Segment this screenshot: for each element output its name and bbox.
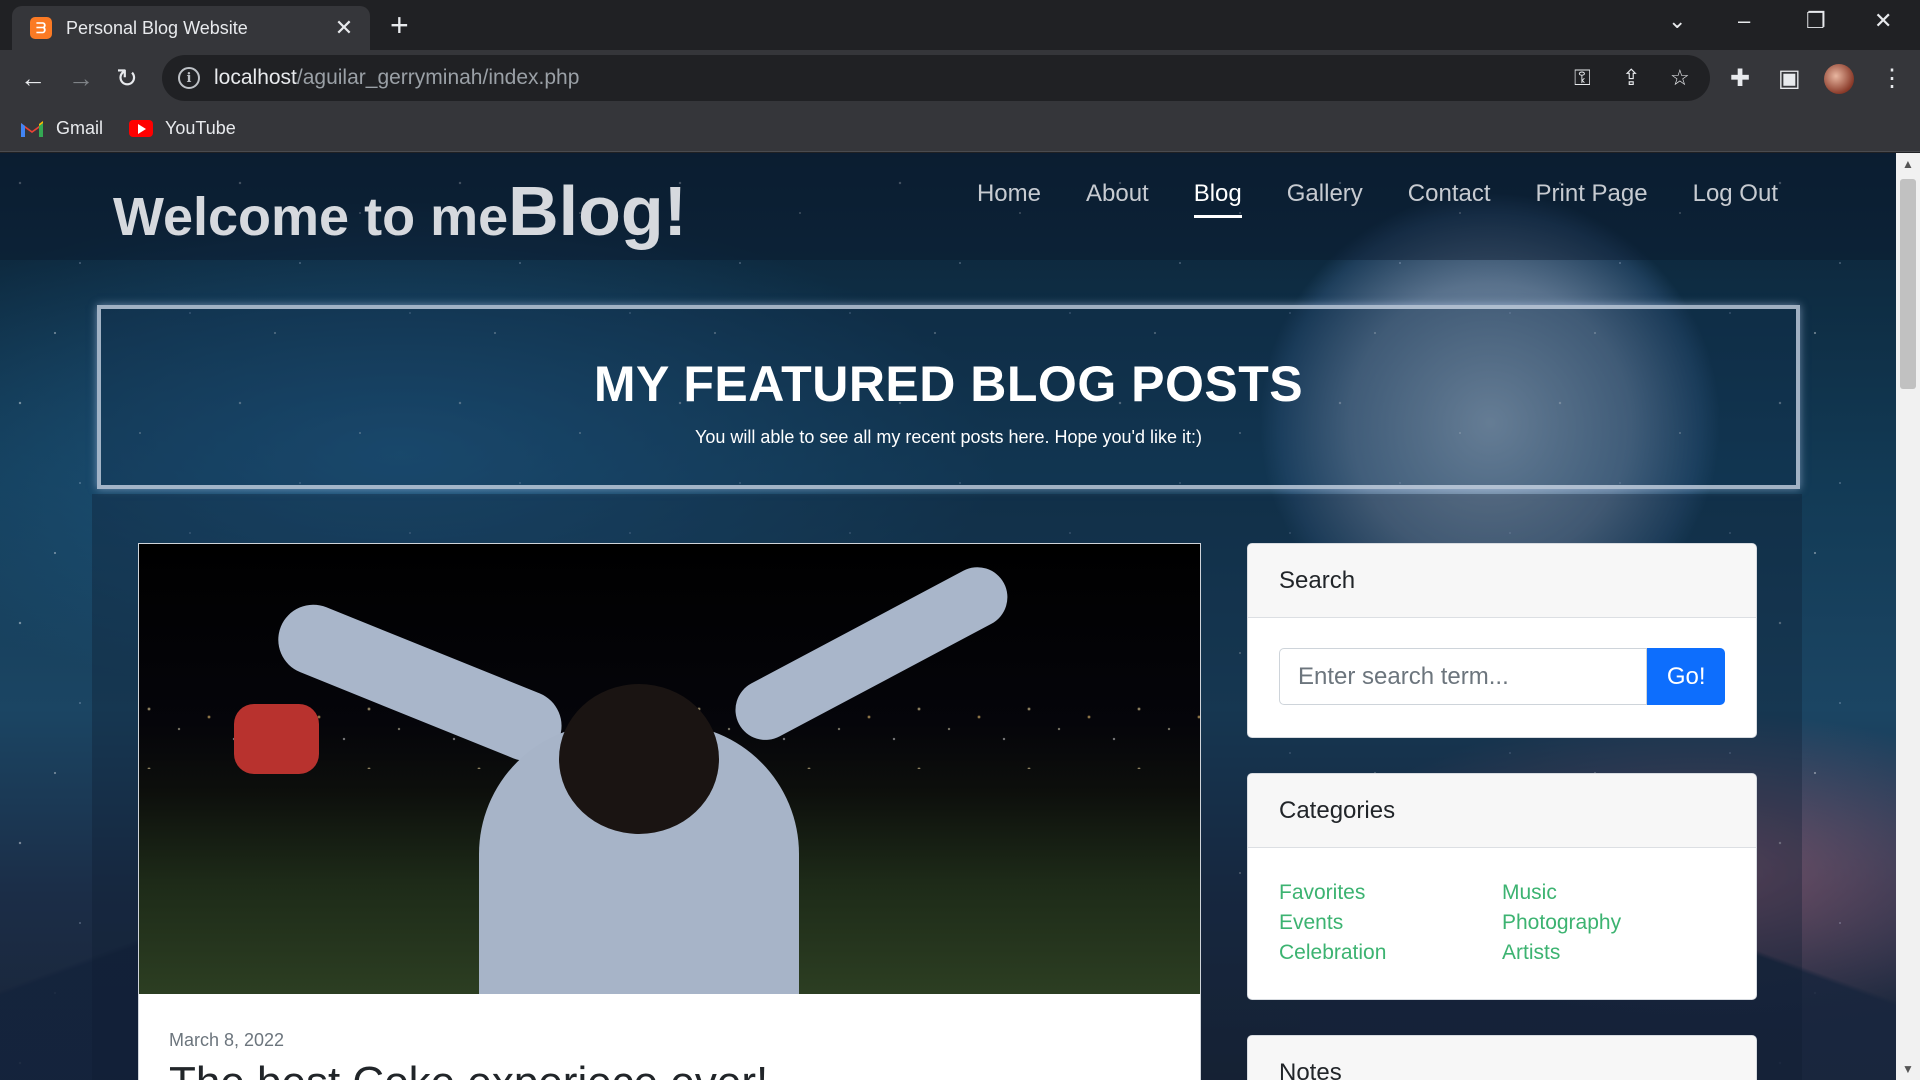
category-celebration[interactable]: Celebration <box>1279 938 1502 968</box>
categories-widget: Categories Favorites Events Celebration … <box>1247 773 1757 1000</box>
post-title[interactable]: The best Coke experiece ever! <box>169 1058 768 1080</box>
scrollbar-thumb[interactable] <box>1900 179 1916 389</box>
search-input[interactable] <box>1279 648 1648 705</box>
nav-home[interactable]: Home <box>977 180 1041 208</box>
post-image[interactable] <box>139 544 1200 994</box>
new-tab-icon[interactable]: + <box>390 9 409 41</box>
site-logo[interactable]: Welcome to meBlog! <box>113 171 687 251</box>
notes-widget: Notes <box>1247 1035 1757 1080</box>
side-panel-icon[interactable]: ▣ <box>1778 64 1801 93</box>
site-header: Welcome to meBlog! Home About Blog Galle… <box>0 153 1896 260</box>
tab-search-chevron-icon[interactable]: ⌄ <box>1668 8 1686 34</box>
nav-contact[interactable]: Contact <box>1408 180 1491 208</box>
forward-icon[interactable]: → <box>68 64 94 92</box>
nav-about[interactable]: About <box>1086 180 1149 208</box>
notes-widget-title: Notes <box>1248 1036 1756 1080</box>
more-menu-icon[interactable]: ⋮ <box>1880 64 1904 93</box>
category-events[interactable]: Events <box>1279 908 1502 938</box>
page-viewport: Welcome to meBlog! Home About Blog Galle… <box>0 153 1896 1080</box>
url-path: /aguilar_gerryminah/index.php <box>296 66 580 89</box>
categories-widget-title: Categories <box>1248 774 1756 848</box>
categories-column-left: Favorites Events Celebration <box>1279 878 1502 968</box>
bookmark-gmail[interactable]: Gmail <box>20 118 103 139</box>
nav-blog[interactable]: Blog <box>1193 180 1242 218</box>
nav-gallery[interactable]: Gallery <box>1287 180 1363 208</box>
bookmark-star-icon[interactable]: ☆ <box>1670 65 1690 91</box>
browser-toolbar: ← → ↻ i localhost/aguilar_gerryminah/ind… <box>0 50 1920 106</box>
key-icon[interactable]: ⚿ <box>1574 65 1591 91</box>
site-info-icon[interactable]: i <box>178 67 200 89</box>
close-tab-icon[interactable]: ✕ <box>332 15 356 41</box>
site-nav: Home About Blog Gallery Contact Print Pa… <box>932 180 1778 218</box>
browser-tab-bar: ᗱ Personal Blog Website ✕ + ⌄ – ❐ ✕ <box>0 0 1920 50</box>
scroll-down-arrow-icon[interactable]: ▼ <box>1896 1058 1920 1080</box>
search-form: Go! <box>1248 618 1756 735</box>
tab-title: Personal Blog Website <box>66 17 248 38</box>
restore-icon[interactable]: ❐ <box>1806 8 1826 34</box>
url-host: localhost <box>214 66 297 89</box>
bookmark-label: Gmail <box>56 118 104 138</box>
category-artists[interactable]: Artists <box>1502 938 1725 968</box>
close-window-icon[interactable]: ✕ <box>1874 8 1892 34</box>
search-go-button[interactable]: Go! <box>1647 648 1725 705</box>
category-favorites[interactable]: Favorites <box>1279 878 1502 908</box>
post-date: March 8, 2022 <box>169 1030 285 1050</box>
featured-heading: MY FEATURED BLOG POSTS <box>593 356 1304 412</box>
youtube-icon <box>129 120 154 137</box>
coke-can <box>234 704 319 774</box>
category-photography[interactable]: Photography <box>1502 908 1725 938</box>
categories-column-right: Music Photography Artists <box>1502 878 1725 968</box>
extensions-puzzle-icon[interactable]: ✚ <box>1730 64 1750 93</box>
category-music[interactable]: Music <box>1502 878 1725 908</box>
minimize-icon[interactable]: – <box>1738 8 1750 34</box>
blog-post-card[interactable]: March 8, 2022 The best Coke experiece ev… <box>138 543 1201 1080</box>
scroll-up-arrow-icon[interactable]: ▲ <box>1896 153 1920 175</box>
nav-print-page[interactable]: Print Page <box>1536 180 1648 208</box>
nav-log-out[interactable]: Log Out <box>1693 180 1778 208</box>
bookmark-youtube[interactable]: YouTube <box>129 118 236 139</box>
search-widget: Search Go! <box>1247 543 1757 738</box>
back-icon[interactable]: ← <box>20 64 46 92</box>
share-icon[interactable]: ⇪ <box>1622 65 1640 91</box>
browser-tab[interactable]: ᗱ Personal Blog Website ✕ <box>12 6 370 50</box>
bookmarks-bar: Gmail YouTube <box>0 106 1920 152</box>
featured-subtitle: You will able to see all my recent posts… <box>694 427 1203 447</box>
page-scrollbar[interactable]: ▲ ▼ <box>1896 153 1920 1080</box>
bookmark-label: YouTube <box>165 118 236 138</box>
logo-prefix: Welcome to me <box>113 187 509 247</box>
reload-icon[interactable]: ↻ <box>116 64 138 92</box>
search-widget-title: Search <box>1248 544 1756 618</box>
person-hair <box>559 684 719 834</box>
categories-list: Favorites Events Celebration Music Photo… <box>1248 848 1756 992</box>
featured-banner: MY FEATURED BLOG POSTS You will able to … <box>97 305 1800 489</box>
gmail-icon <box>21 120 43 137</box>
profile-avatar[interactable] <box>1824 64 1854 94</box>
address-bar[interactable]: i localhost/aguilar_gerryminah/index.php… <box>162 55 1710 101</box>
xampp-favicon-icon: ᗱ <box>30 17 52 39</box>
logo-highlight: Blog! <box>508 172 687 250</box>
